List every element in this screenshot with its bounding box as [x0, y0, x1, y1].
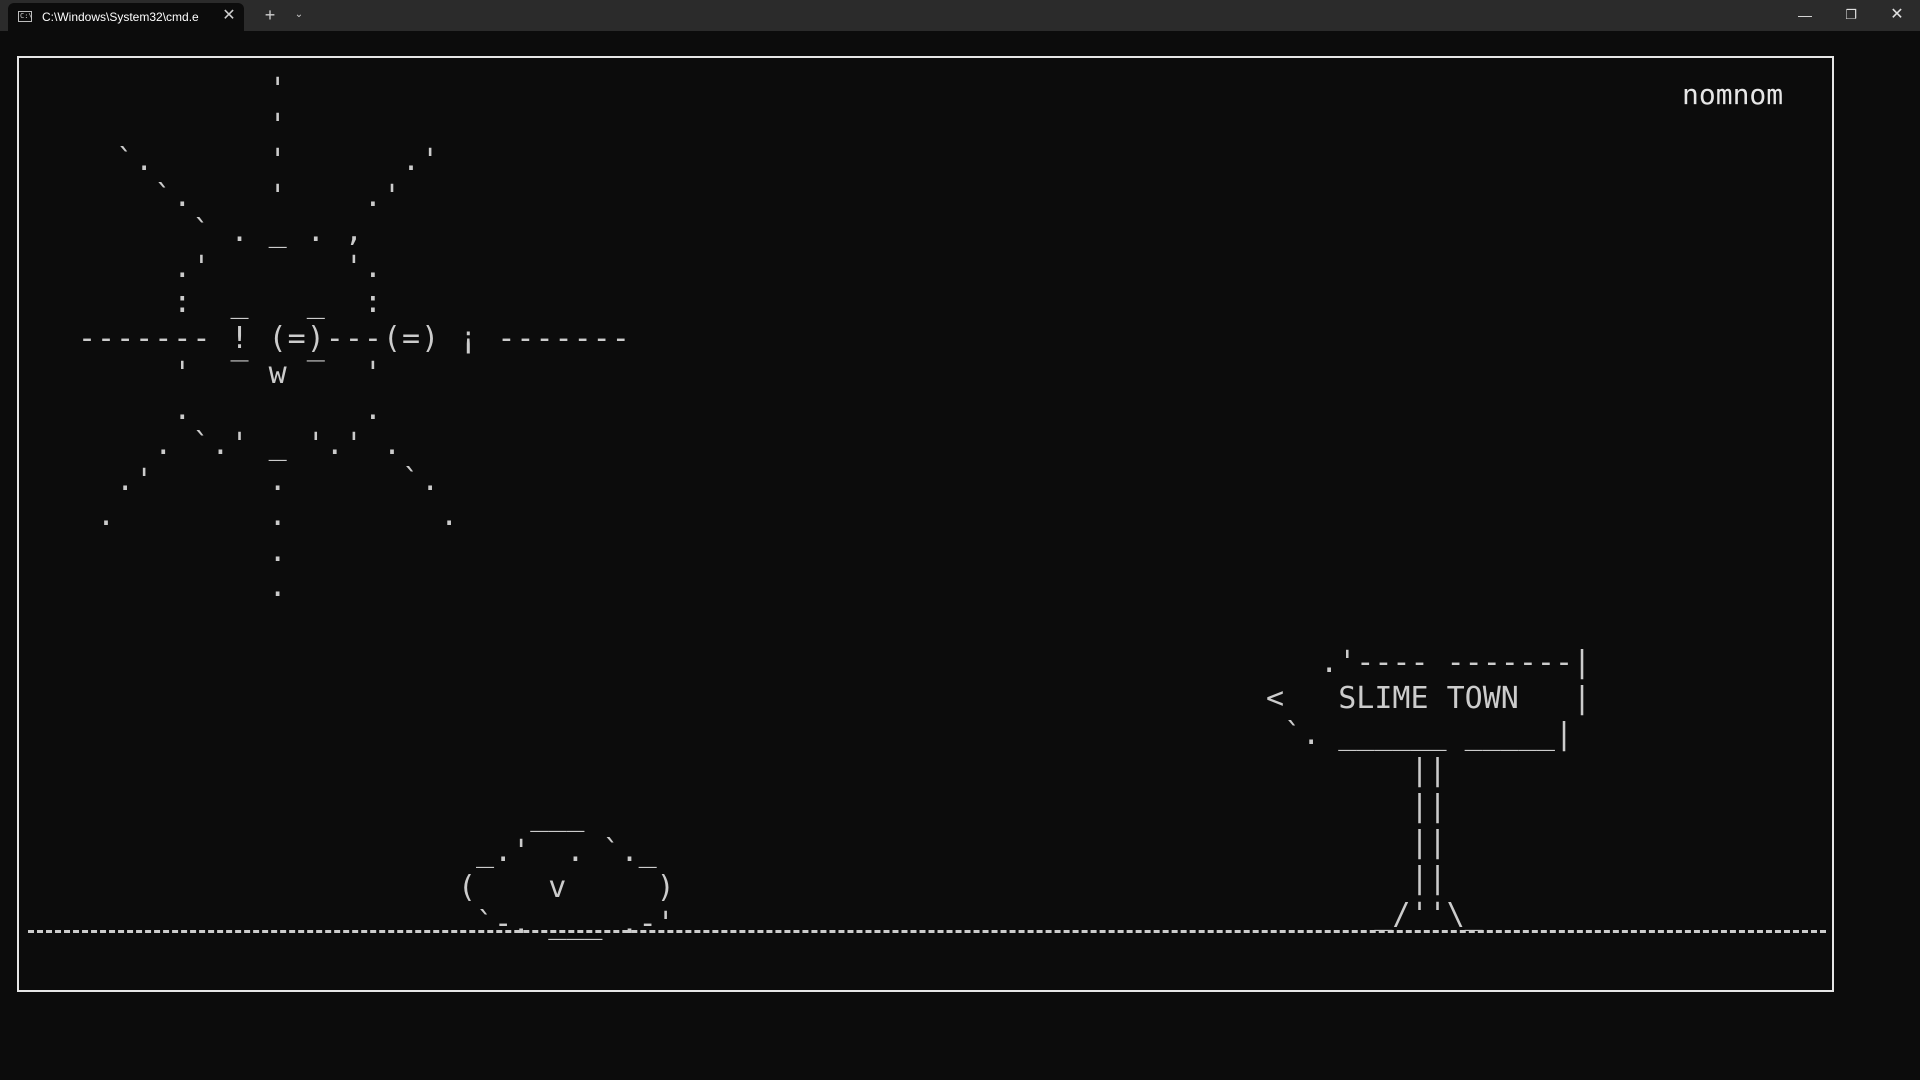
close-window-button[interactable]: ✕ — [1874, 0, 1920, 31]
restore-button[interactable]: ❐ — [1828, 0, 1874, 31]
sun-ascii-art: ' ' `. ' .' `. ' .' ` . _ . , .' '. : _ … — [78, 72, 631, 604]
corner-label: nomnom — [1682, 78, 1784, 111]
tab-title: C:\Windows\System32\cmd.e — [42, 10, 199, 24]
terminal-tab[interactable]: C:\ C:\Windows\System32\cmd.e ✕ — [8, 3, 244, 31]
new-tab-button[interactable]: + — [260, 4, 280, 26]
slime-ascii-art: ___ _.' . `._ ( v ) `-. ___ .-' — [458, 798, 675, 941]
tab-dropdown-button[interactable]: ⌄ — [290, 4, 308, 26]
ground-line — [28, 930, 1826, 933]
tab-close-icon[interactable]: ✕ — [220, 6, 238, 26]
minimize-button[interactable]: — — [1782, 0, 1828, 31]
slime-town-sign-ascii-art: .'---- -------| < SLIME TOWN | `. ______… — [1266, 645, 1592, 932]
title-bar: C:\ C:\Windows\System32\cmd.e ✕ + ⌄ — ❐ … — [0, 0, 1920, 31]
terminal-icon: C:\ — [18, 11, 33, 22]
